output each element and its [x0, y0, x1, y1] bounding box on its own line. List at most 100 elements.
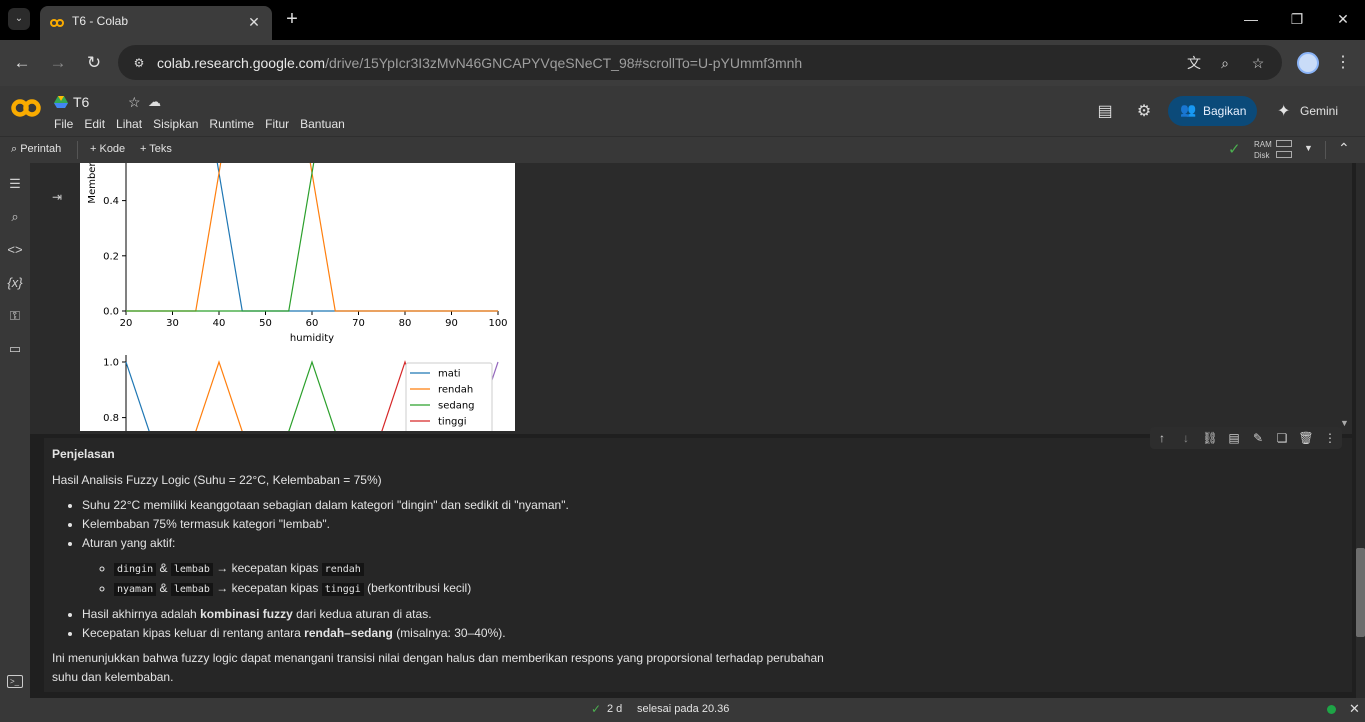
colab-header: T6 ☆ ☁ File Edit Lihat Sisipkan Runtime … — [0, 86, 1365, 136]
series-line — [195, 360, 243, 431]
back-icon[interactable]: ← — [10, 51, 34, 75]
command-palette-button[interactable]: ⌕ Perintah — [11, 143, 61, 156]
disk-label: Disk — [1254, 151, 1270, 160]
menu-bar: File Edit Lihat Sisipkan Runtime Fitur B… — [54, 117, 356, 131]
cloud-saved-icon[interactable]: ☁ — [148, 94, 161, 110]
top-y-label: Member — [87, 163, 98, 204]
tab-title: T6 - Colab — [72, 14, 129, 28]
menu-runtime[interactable]: Runtime — [209, 117, 254, 131]
connected-check-icon: ✓ — [1228, 141, 1241, 158]
y-tick-label: 0.0 — [103, 307, 119, 318]
menu-view[interactable]: Lihat — [116, 117, 142, 131]
edit-pencil-icon[interactable]: ✎ — [1249, 429, 1267, 447]
comment-icon[interactable]: ▤ — [1225, 429, 1243, 447]
markdown-content: Penjelasan Hasil Analisis Fuzzy Logic (S… — [52, 447, 832, 687]
zoom-icon[interactable]: ⌕ — [1215, 53, 1235, 73]
toolbar-divider — [77, 141, 78, 159]
runtime-dropdown-icon[interactable]: ▼ — [1304, 143, 1313, 153]
rule-list: dingin & lembab → kecepatan kipas rendah… — [82, 559, 832, 599]
comment-icon[interactable]: ▤ — [1094, 101, 1116, 123]
forward-icon[interactable]: → — [46, 51, 70, 75]
bookmark-star-icon[interactable]: ☆ — [1248, 53, 1268, 73]
execution-duration: 2 d — [607, 703, 623, 715]
add-code-button[interactable]: + Kode — [90, 143, 125, 155]
move-up-icon[interactable]: ↑ — [1153, 429, 1171, 447]
output-options-icon[interactable]: ⇥ — [52, 190, 62, 204]
window-close-icon[interactable]: ✕ — [1332, 8, 1354, 30]
address-bar[interactable]: ⚙ colab.research.google.com/drive/15YpIc… — [118, 45, 1282, 80]
menu-tools[interactable]: Fitur — [265, 117, 289, 131]
menu-file[interactable]: File — [54, 117, 73, 131]
more-icon[interactable]: ⋮ — [1333, 51, 1353, 75]
colab-logo-icon[interactable] — [10, 98, 42, 118]
y-tick-label: 0.4 — [103, 196, 119, 207]
cell-toolbar: ↑ ↓ ⛓ ▤ ✎ ❏ 🗑 ⋮ — [1150, 427, 1342, 449]
mirror-cell-icon[interactable]: ❏ — [1273, 429, 1291, 447]
markdown-intro: Hasil Analisis Fuzzy Logic (Suhu = 22°C,… — [52, 473, 382, 487]
reload-icon[interactable]: ↻ — [82, 51, 106, 75]
output-scroll-down-icon[interactable]: ▼ — [1340, 418, 1349, 428]
colab-favicon-icon — [50, 19, 64, 27]
legend-label: sedang — [438, 401, 475, 412]
table-of-contents-icon[interactable]: ☰ — [5, 174, 25, 194]
link-icon[interactable]: ⛓ — [1201, 429, 1219, 447]
toolbar-divider — [1325, 141, 1326, 159]
gemini-sparkle-icon: ✦ — [1277, 103, 1291, 120]
people-icon: 👥 — [1180, 102, 1197, 117]
execution-status[interactable]: selesai pada 20.36 — [637, 703, 729, 715]
translate-icon[interactable]: 文 — [1184, 53, 1204, 73]
series-line — [126, 163, 315, 312]
x-tick-label: 70 — [352, 318, 365, 329]
settings-gear-icon[interactable]: ⚙ — [1133, 101, 1155, 123]
tab-close-icon[interactable]: ✕ — [244, 12, 264, 32]
x-tick-label: 30 — [166, 318, 179, 329]
terminal-icon[interactable]: >_ — [7, 675, 23, 688]
bullet-list: Suhu 22°C memiliki keanggotaan sebagian … — [52, 496, 832, 643]
legend-label: rendah — [438, 385, 473, 396]
find-replace-icon[interactable]: ⌕ — [5, 207, 25, 227]
code-snippets-icon[interactable]: <> — [5, 240, 25, 260]
move-down-icon[interactable]: ↓ — [1177, 429, 1195, 447]
files-folder-icon[interactable]: ▭ — [5, 339, 25, 359]
star-icon[interactable]: ☆ — [128, 94, 141, 111]
x-tick-label: 90 — [445, 318, 458, 329]
disk-meter[interactable] — [1276, 151, 1292, 158]
menu-edit[interactable]: Edit — [84, 117, 105, 131]
rule-item: nyaman & lembab → kecepatan kipas tinggi… — [114, 579, 832, 599]
list-item: Aturan yang aktif: dingin & lembab → kec… — [82, 534, 832, 599]
drive-icon[interactable] — [54, 96, 68, 108]
browser-tab-strip: ⌄ T6 - Colab ✕ + — ❐ ✕ — [0, 0, 1365, 40]
url-text[interactable]: colab.research.google.com/drive/15YpIcr3… — [157, 55, 802, 71]
tab-search-button[interactable]: ⌄ — [8, 8, 30, 30]
profile-avatar[interactable] — [1297, 52, 1319, 74]
series-line — [126, 163, 498, 312]
variables-icon[interactable]: {x} — [5, 273, 25, 293]
delete-trash-icon[interactable]: 🗑 — [1297, 429, 1315, 447]
browser-tab[interactable]: T6 - Colab ✕ — [40, 6, 272, 40]
gemini-button[interactable]: ✦ Gemini — [1270, 96, 1346, 126]
new-tab-button[interactable]: + — [282, 9, 302, 29]
add-text-button[interactable]: + Teks — [140, 143, 172, 155]
more-icon[interactable]: ⋮ — [1321, 429, 1339, 447]
status-close-icon[interactable]: ✕ — [1349, 701, 1360, 717]
gemini-label: Gemini — [1300, 104, 1339, 118]
collapse-header-icon[interactable]: ⌃ — [1338, 140, 1350, 157]
legend-label: tinggi — [438, 417, 467, 428]
secrets-key-icon[interactable]: ⚿ — [5, 306, 25, 326]
main-scrollbar-thumb[interactable] — [1356, 548, 1365, 637]
browser-navbar: ← → ↻ ⚙ colab.research.google.com/drive/… — [0, 40, 1365, 86]
menu-help[interactable]: Bantuan — [300, 117, 345, 131]
y-tick-label: 0.2 — [103, 251, 119, 262]
connection-status-dot — [1327, 705, 1336, 714]
series-line — [125, 361, 150, 431]
ram-meter[interactable] — [1276, 140, 1292, 147]
site-info-icon[interactable]: ⚙ — [130, 54, 148, 72]
cell-output: ⇥ Member 0.4 0.2 0.0 20 30 40 50 60 70 80 90 100 h… — [30, 163, 1352, 434]
menu-insert[interactable]: Sisipkan — [153, 117, 198, 131]
notebook-title[interactable]: T6 — [73, 94, 89, 110]
minimize-icon[interactable]: — — [1240, 8, 1262, 30]
maximize-icon[interactable]: ❐ — [1286, 8, 1308, 30]
list-item: Kecepatan kipas keluar di rentang antara… — [82, 624, 832, 643]
share-button[interactable]: 👥 Bagikan — [1168, 96, 1257, 126]
y-tick-label: 0.8 — [103, 413, 119, 424]
